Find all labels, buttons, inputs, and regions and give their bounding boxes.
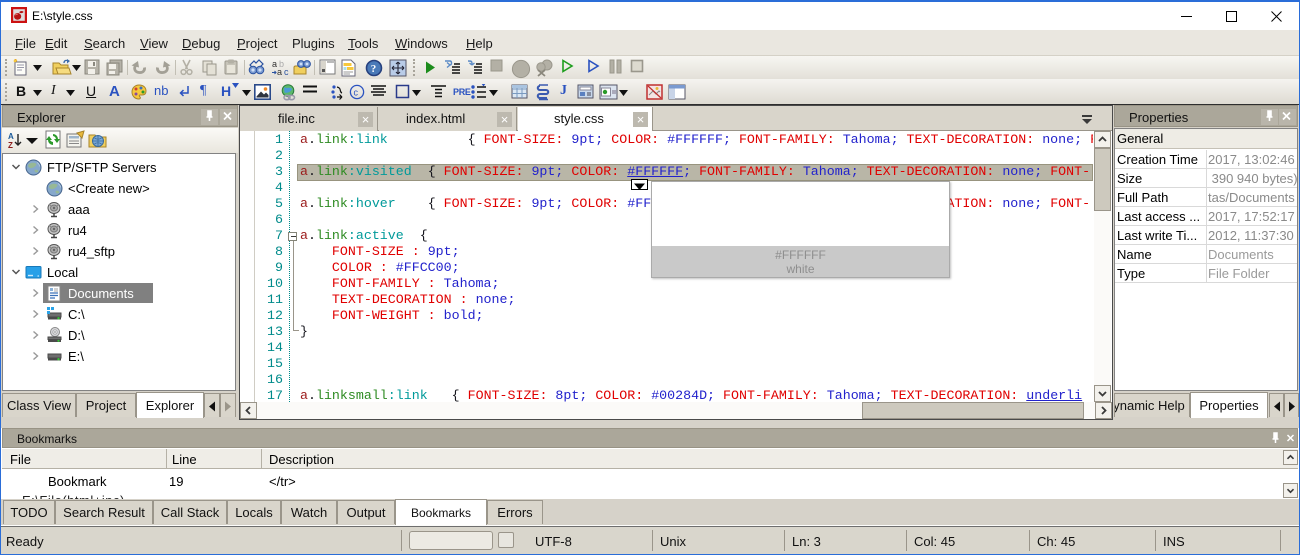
svg-text:c: c	[354, 88, 359, 98]
svg-text:A: A	[8, 132, 14, 141]
svg-text:?: ?	[371, 63, 377, 75]
svg-text:Z: Z	[8, 141, 13, 150]
svg-text:a: a	[277, 67, 282, 76]
svg-text:c: c	[284, 67, 289, 76]
